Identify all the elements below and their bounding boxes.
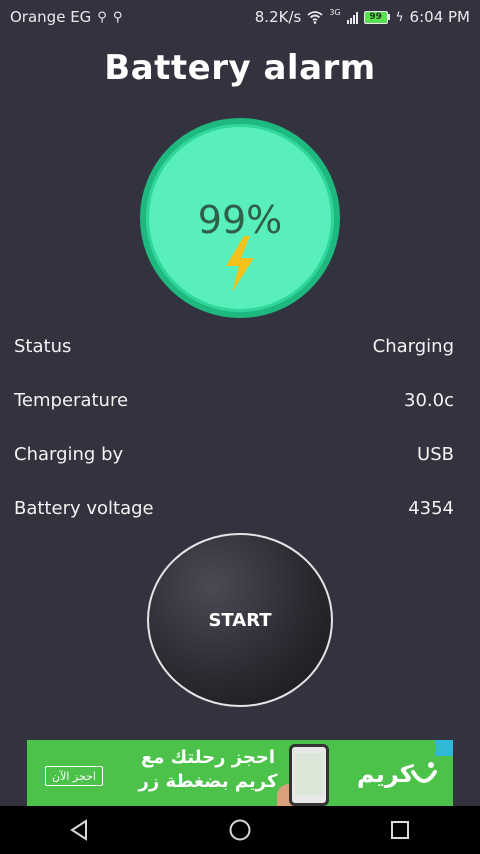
net-speed: 8.2K/s <box>254 8 302 26</box>
lightning-bolt-icon <box>226 236 254 292</box>
clock: 6:04 PM <box>409 8 470 26</box>
status-row: Status Charging <box>14 336 454 357</box>
battery-icon: 99 <box>363 10 390 24</box>
signal-icon <box>346 11 358 24</box>
wifi-icon <box>307 10 323 24</box>
status-value: Charging <box>372 336 454 357</box>
charging-by-value: USB <box>417 444 454 465</box>
temperature-label: Temperature <box>14 390 129 411</box>
recents-icon <box>391 821 409 839</box>
charging-bolt-icon: ϟ <box>395 10 404 24</box>
start-button[interactable]: START <box>147 533 333 707</box>
battery-level: 99 <box>363 10 388 24</box>
ad-brand-name: كريم <box>357 760 414 788</box>
ad-headline: احجز رحلتك مع كريم بضغطة زر <box>123 746 293 794</box>
battery-voltage-value: 4354 <box>408 498 454 519</box>
temperature-row: Temperature 30.0c <box>14 390 454 411</box>
ad-headline-line1: احجز رحلتك مع <box>140 747 276 768</box>
careem-logo-icon <box>411 762 437 783</box>
ad-banner[interactable]: احجز الآن احجز رحلتك مع كريم بضغطة زر كر… <box>27 740 453 806</box>
status-label: Status <box>14 336 72 357</box>
battery-voltage-row: Battery voltage 4354 <box>14 498 454 519</box>
recents-button[interactable] <box>378 808 422 852</box>
page-title: Battery alarm <box>104 48 376 88</box>
network-type: 3G <box>329 7 341 17</box>
usb-icon: ⚲ <box>112 9 123 25</box>
back-button[interactable] <box>58 808 102 852</box>
charging-by-row: Charging by USB <box>14 444 454 465</box>
home-icon <box>229 819 251 841</box>
temperature-value: 30.0c <box>404 390 454 411</box>
start-button-label: START <box>208 609 272 631</box>
phone-image <box>289 744 329 806</box>
battery-gauge: 99% <box>140 118 340 318</box>
ad-headline-line2: كريم بضغطة زر <box>138 771 278 792</box>
home-button[interactable] <box>218 808 262 852</box>
battery-voltage-label: Battery voltage <box>14 498 154 519</box>
back-icon <box>70 819 87 841</box>
charging-by-label: Charging by <box>14 444 124 465</box>
usb-icon: ⚲ <box>97 9 107 25</box>
ad-book-now-button[interactable]: احجز الآن <box>45 766 103 786</box>
carrier-name: Orange EG <box>10 8 92 26</box>
status-bar: Orange EG ⚲ ⚲ 8.2K/s 3G 99 ϟ 6:04 PM <box>0 0 480 34</box>
navigation-bar <box>0 806 480 854</box>
adchoices-icon[interactable] <box>435 740 453 756</box>
